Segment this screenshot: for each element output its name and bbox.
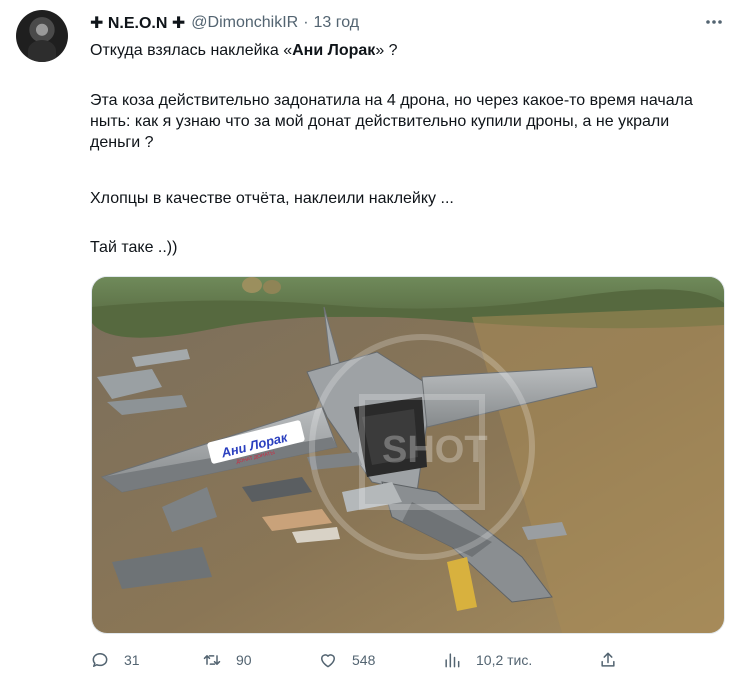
bar-chart-icon (445, 653, 460, 668)
views-button[interactable]: 10,2 тис. (442, 646, 532, 674)
like-count: 548 (352, 652, 376, 668)
tweet-text-line1: Откуда взялась наклейка «Ани Лорак» ? (90, 42, 398, 59)
avatar[interactable] (16, 10, 68, 62)
separator-dot: · (303, 14, 309, 31)
reply-count: 31 (124, 652, 140, 668)
reply-icon (92, 653, 108, 667)
user-handle[interactable]: @DimonchikIR (191, 14, 298, 32)
tweet-header: ✚ N.E.O.N ✚ @DimonchikIR · 13 год (90, 12, 359, 34)
like-button[interactable]: 548 (318, 646, 375, 674)
share-icon (601, 652, 615, 667)
drone-wreck-photo: Ани Лорак ДОНАТ ДОНАТЫ SHOT (92, 277, 724, 633)
heart-icon (321, 654, 335, 668)
watermark: SHOT (382, 429, 488, 471)
sticker-name-bold: Ани Лорак (292, 42, 376, 59)
timestamp[interactable]: 13 год (314, 14, 360, 32)
action-bar: 31 90 548 10,2 тис. (90, 646, 630, 674)
views-count: 10,2 тис. (476, 652, 533, 668)
display-name[interactable]: ✚ N.E.O.N ✚ (90, 13, 185, 33)
tweet-text-paragraph4: Тай таке ..)) (90, 239, 178, 256)
tweet-photo[interactable]: Ани Лорак ДОНАТ ДОНАТЫ SHOT (91, 276, 725, 634)
reply-button[interactable]: 31 (90, 646, 140, 674)
retweet-icon (203, 655, 221, 665)
share-button[interactable] (598, 646, 632, 674)
tweet-text-paragraph3: Хлопцы в качестве отчёта, наклеили накле… (90, 190, 454, 207)
retweet-button[interactable]: 90 (202, 646, 252, 674)
more-options-icon[interactable] (704, 12, 724, 32)
retweet-count: 90 (236, 652, 252, 668)
tweet-text-paragraph2: Эта коза действительно задонатила на 4 д… (90, 92, 693, 151)
